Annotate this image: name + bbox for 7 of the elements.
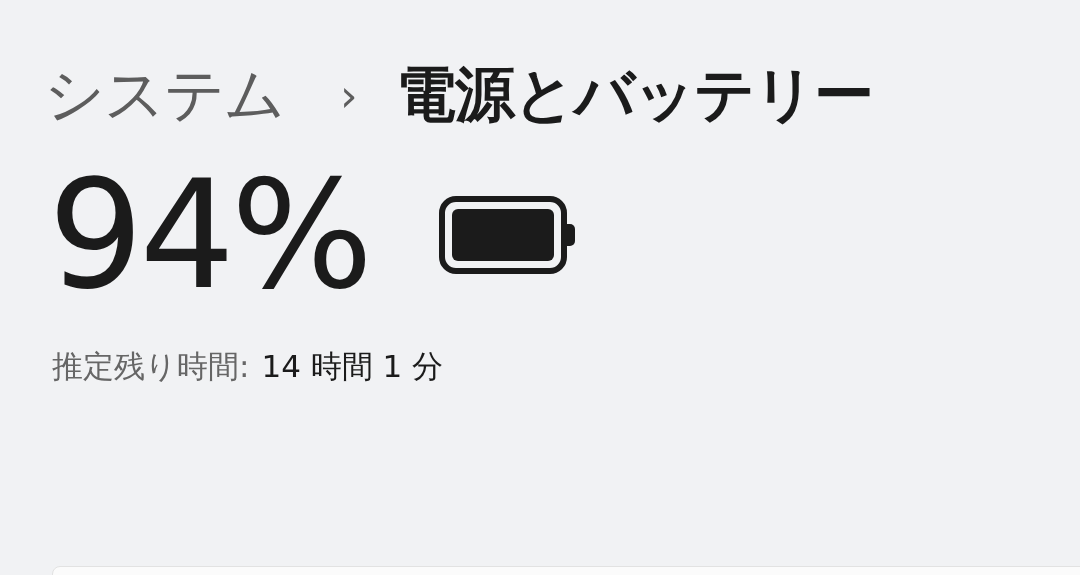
remaining-time-value: 14 時間 1 分 — [261, 347, 444, 386]
battery-percentage: 94% — [48, 160, 370, 310]
battery-icon — [439, 196, 578, 274]
breadcrumb-separator: › — [340, 69, 358, 121]
page-title: 電源とバッテリー — [395, 57, 873, 131]
breadcrumb-parent[interactable]: システム — [44, 54, 284, 136]
remaining-time-label: 推定残り時間: — [52, 347, 250, 386]
